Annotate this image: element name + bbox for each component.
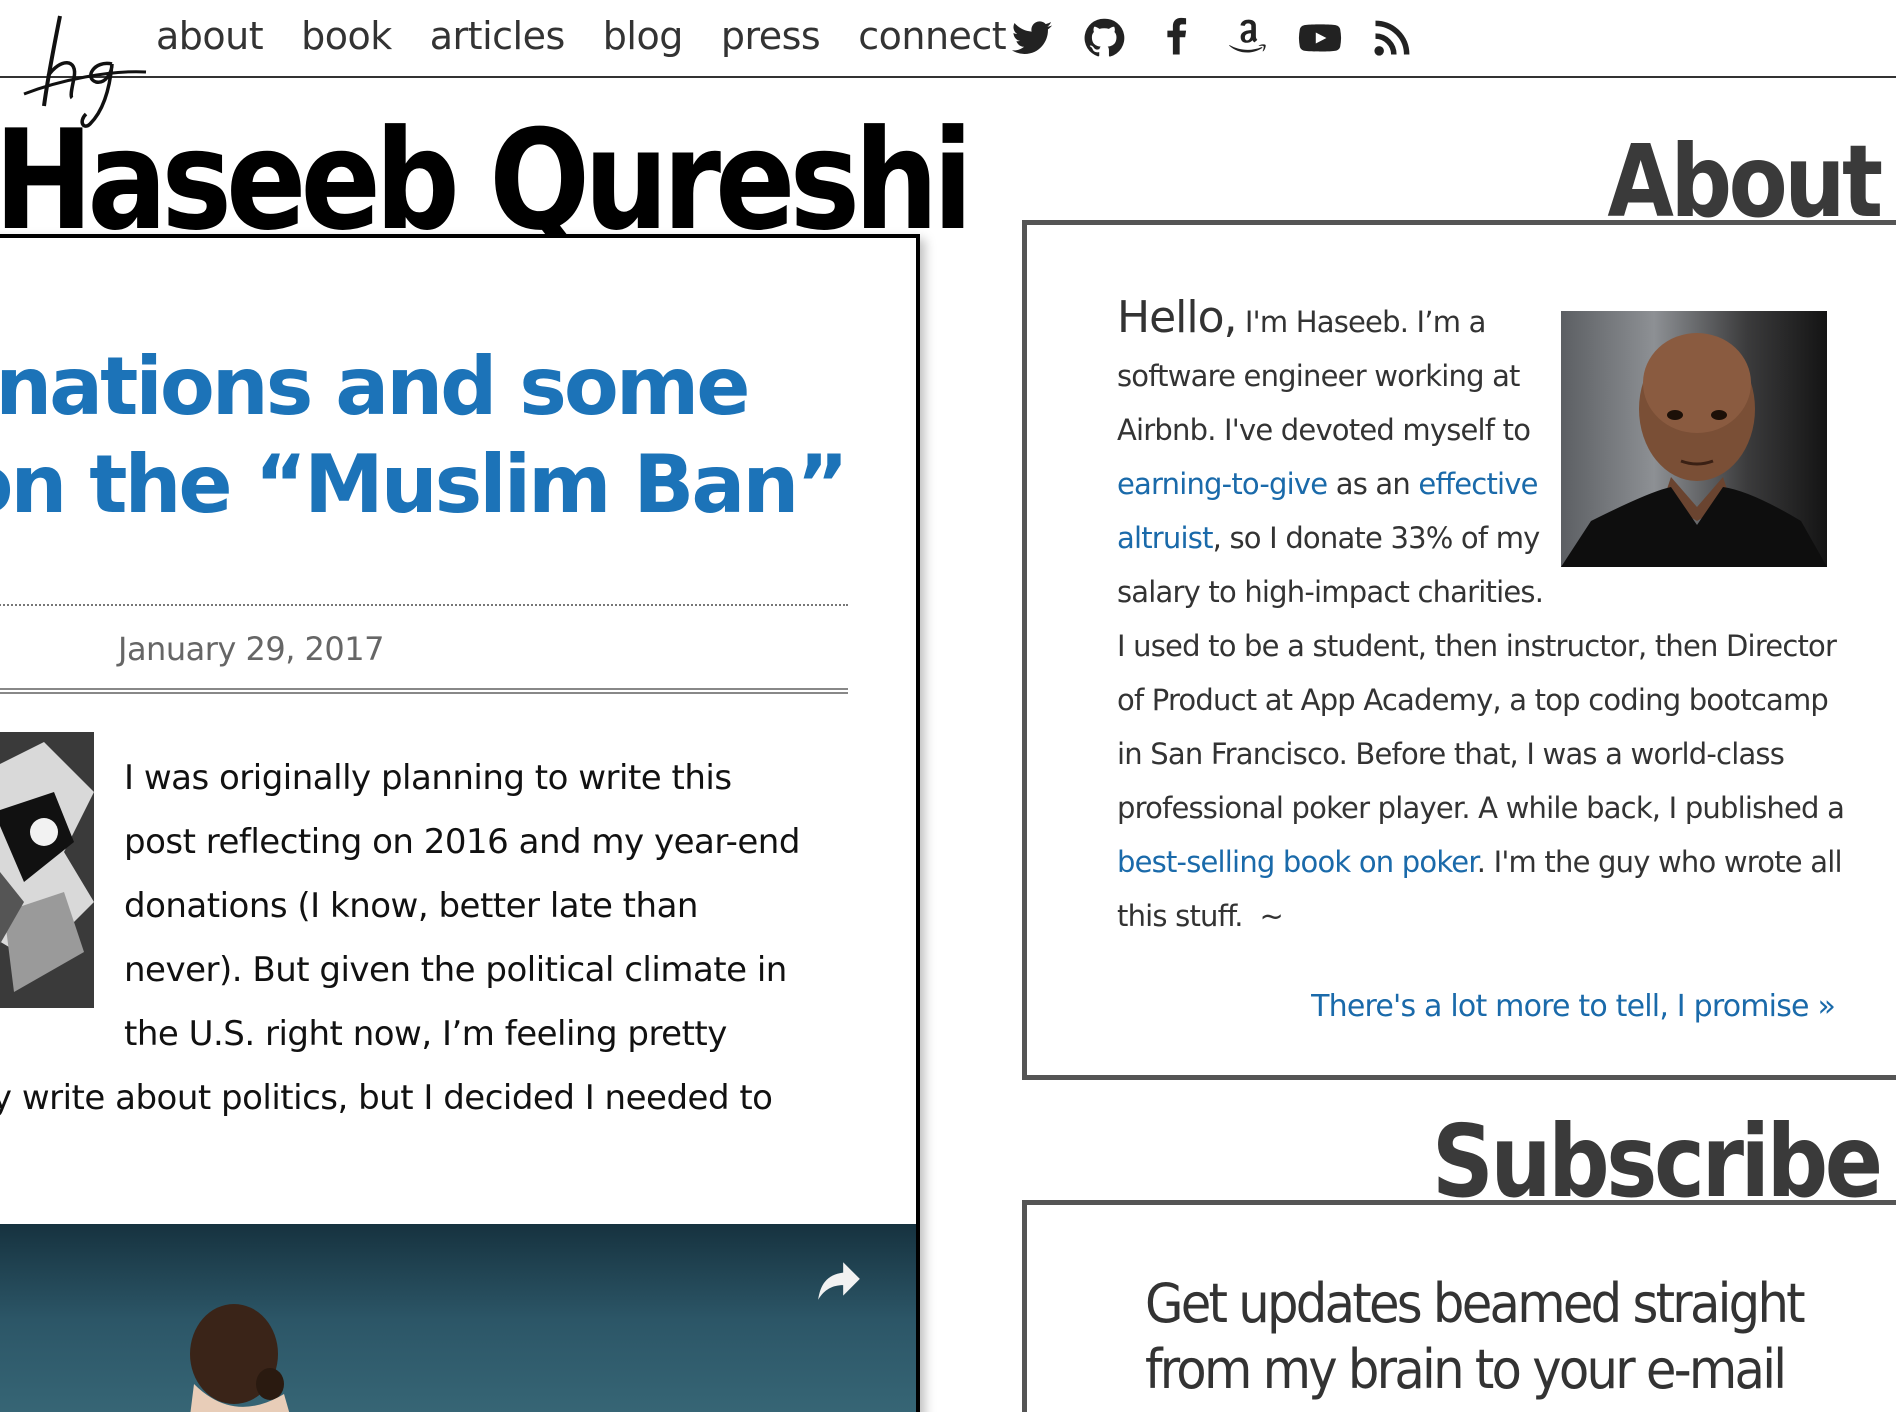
earning-to-give-link[interactable]: earning-to-give	[1117, 467, 1328, 501]
youtube-icon[interactable]	[1298, 16, 1342, 60]
main-nav: about book articles blog press connect	[156, 14, 1007, 58]
post-excerpt-line: never). But given the political climate …	[124, 950, 787, 990]
effective-altruist-link[interactable]: effective	[1418, 467, 1538, 501]
post-card: donations and some s on the “Muslim Ban”…	[0, 234, 920, 1412]
post-excerpt-line: I was originally planning to write this	[124, 758, 732, 798]
about-text-line: Airbnb. I've devoted myself to	[1117, 413, 1531, 447]
about-text-fragment: I'm Haseeb. I’m a	[1236, 305, 1486, 339]
divider	[0, 604, 848, 606]
share-icon[interactable]	[814, 1260, 864, 1302]
poker-book-link[interactable]: best-selling book on poker	[1117, 845, 1478, 879]
rss-icon[interactable]	[1370, 16, 1414, 60]
post-title[interactable]: donations and some s on the “Muslim Ban”	[0, 338, 889, 534]
top-navigation: about book articles blog press connect	[0, 0, 1896, 128]
hello-greeting: Hello,	[1117, 292, 1238, 343]
post-excerpt-line: donations (I know, better late than	[124, 886, 698, 926]
github-icon[interactable]	[1082, 16, 1126, 60]
about-widget: Hello, I'm Haseeb. I’m a software engine…	[1022, 220, 1896, 1080]
about-text-line: professional poker player. A while back,…	[1117, 791, 1845, 825]
nav-link-about[interactable]: about	[156, 14, 264, 58]
post-excerpt-line: s.	[0, 1130, 824, 1194]
site-title[interactable]: Haseeb Qureshi	[0, 112, 973, 250]
video-embed[interactable]	[0, 1224, 916, 1412]
subscribe-widget: Get updates beamed straight from my brai…	[1022, 1200, 1896, 1412]
about-text-fragment: , so I donate 33% of my	[1212, 521, 1541, 555]
about-text-line: salary to high-impact charities.	[1117, 575, 1544, 609]
divider	[0, 688, 848, 694]
post-excerpt-line: the U.S. right now, I’m feeling pretty	[124, 1014, 727, 1054]
nav-link-connect[interactable]: connect	[858, 14, 1006, 58]
about-text-line: of Product at App Academy, a top coding …	[1117, 683, 1829, 717]
subscribe-heading: Subscribe	[1432, 1103, 1883, 1220]
post-excerpt: I was originally planning to write this …	[0, 746, 824, 1194]
post-excerpt-line: lly write about politics, but I decided …	[0, 1078, 773, 1118]
about-text-line: this stuff. ~	[1117, 899, 1284, 933]
subscribe-tagline-line: Get updates beamed straight	[1145, 1272, 1806, 1335]
more-about-link[interactable]: There's a lot more to tell, I promise »	[1311, 989, 1836, 1024]
nav-link-blog[interactable]: blog	[603, 14, 684, 58]
post-title-line[interactable]: s on the “Muslim Ban”	[0, 436, 889, 534]
post-thumbnail	[0, 732, 94, 1008]
facebook-icon[interactable]	[1154, 16, 1198, 60]
subscribe-tagline-line: from my brain to your e-mail	[1145, 1338, 1787, 1401]
post-excerpt-line: post reflecting on 2016 and my year-end	[124, 822, 800, 862]
nav-link-press[interactable]: press	[721, 14, 821, 58]
nav-link-book[interactable]: book	[301, 14, 392, 58]
about-text: Hello, I'm Haseeb. I’m a software engine…	[1117, 291, 1845, 943]
about-text-line: I used to be a student, then instructor,…	[1117, 629, 1837, 663]
video-figure	[190, 1304, 290, 1412]
social-links	[1010, 16, 1414, 60]
nav-link-articles[interactable]: articles	[430, 14, 566, 58]
about-text-fragment: . I'm the guy who wrote all	[1476, 845, 1843, 879]
about-heading: About	[1607, 123, 1884, 240]
about-text-fragment: as an	[1327, 467, 1419, 501]
twitter-icon[interactable]	[1010, 16, 1054, 60]
post-title-line[interactable]: donations and some	[0, 338, 889, 436]
amazon-icon[interactable]	[1226, 16, 1270, 60]
about-text-line: software engineer working at	[1117, 359, 1520, 393]
subscribe-tagline: Get updates beamed straight from my brai…	[1145, 1271, 1806, 1403]
post-date: January 29, 2017	[118, 630, 384, 668]
about-text-line: in San Francisco. Before that, I was a w…	[1117, 737, 1785, 771]
effective-altruist-link-continued[interactable]: altruist	[1117, 521, 1213, 555]
